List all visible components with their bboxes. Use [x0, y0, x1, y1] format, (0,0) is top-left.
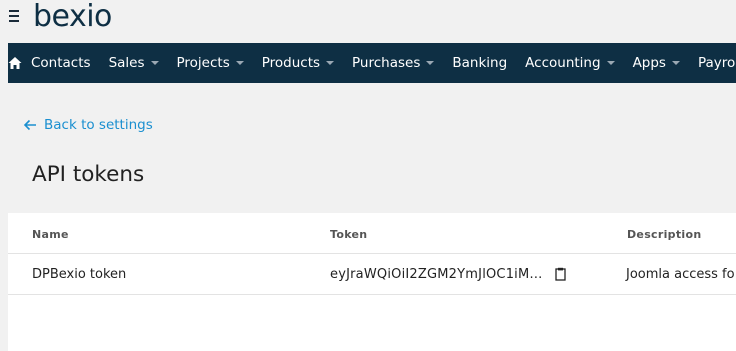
chevron-down-icon [426, 61, 435, 65]
nav-item-apps[interactable]: Apps [624, 43, 689, 83]
token-description-cell: Joomla access fo [626, 267, 735, 282]
api-tokens-table: Name Token Description DPBexio token eyJ… [8, 213, 736, 351]
arrow-left-icon [23, 119, 36, 131]
nav-home-button[interactable] [8, 43, 22, 83]
chevron-down-icon [235, 61, 244, 65]
chevron-down-icon [606, 61, 615, 65]
nav-item-banking[interactable]: Banking [443, 43, 516, 83]
bexio-logo[interactable]: bexio [33, 0, 112, 34]
back-link-label: Back to settings [44, 117, 153, 133]
back-to-settings-link[interactable]: Back to settings [23, 117, 153, 133]
copy-token-button[interactable] [553, 266, 567, 282]
nav-item-purchases[interactable]: Purchases [343, 43, 443, 83]
chevron-down-icon [671, 61, 680, 65]
token-value-cell: eyJraWQiOiI2ZGM2YmJlOC1iM… [330, 267, 543, 282]
nav-item-payroll[interactable]: Payroll [689, 43, 736, 83]
column-header-description[interactable]: Description [627, 228, 701, 241]
nav-item-contacts[interactable]: Contacts [22, 43, 100, 83]
top-bar: bexio [0, 0, 736, 40]
home-icon [8, 57, 22, 69]
column-header-token[interactable]: Token [330, 228, 367, 241]
clipboard-icon [554, 267, 566, 281]
page-title: API tokens [32, 162, 145, 187]
table-row[interactable]: DPBexio token eyJraWQiOiI2ZGM2YmJlOC1iM…… [8, 254, 736, 295]
nav-item-sales[interactable]: Sales [100, 43, 168, 83]
token-name-cell: DPBexio token [32, 267, 127, 282]
nav-item-projects[interactable]: Projects [168, 43, 253, 83]
nav-item-accounting[interactable]: Accounting [516, 43, 623, 83]
chevron-down-icon [150, 61, 159, 65]
column-header-name[interactable]: Name [32, 228, 69, 241]
hamburger-menu-icon[interactable] [9, 10, 19, 22]
main-navbar: Contacts Sales Projects Products Purchas… [8, 43, 736, 83]
nav-item-products[interactable]: Products [253, 43, 343, 83]
table-header: Name Token Description [8, 213, 736, 254]
chevron-down-icon [326, 61, 335, 65]
